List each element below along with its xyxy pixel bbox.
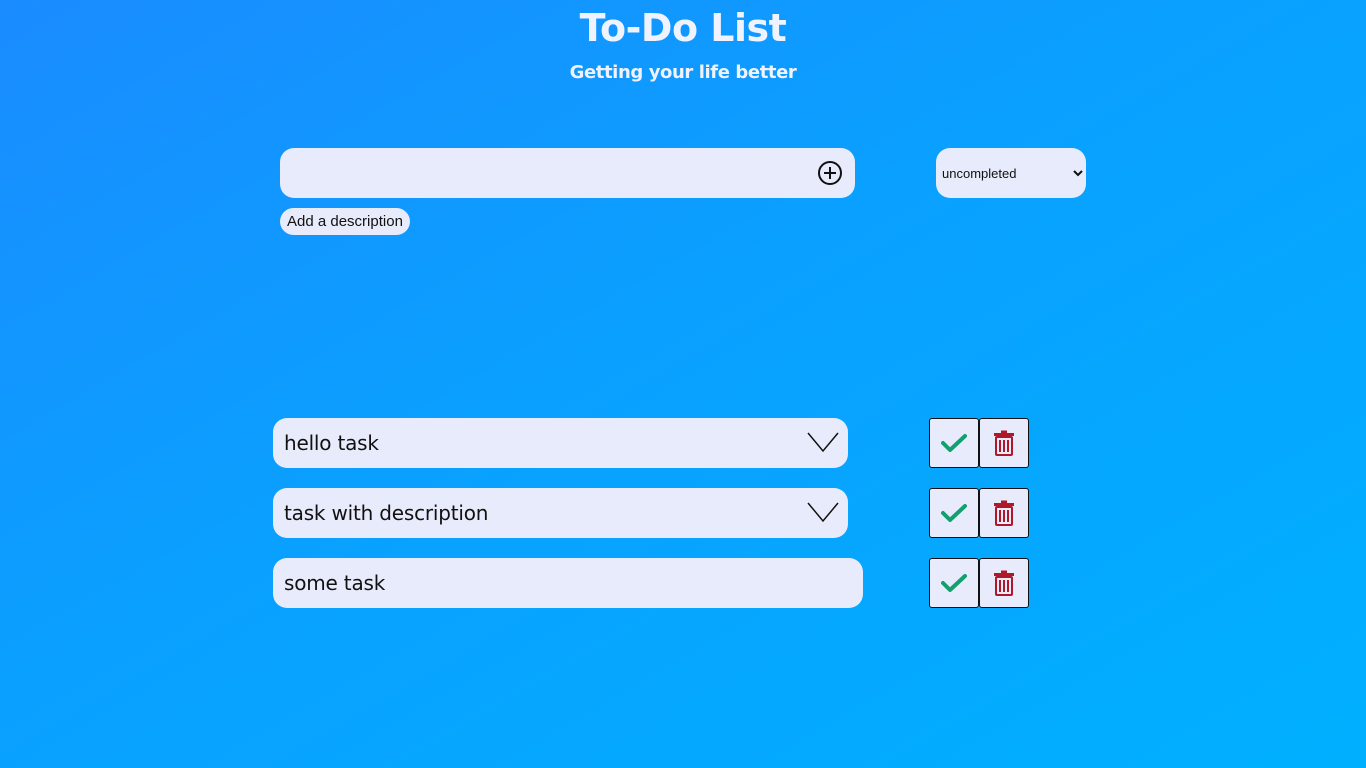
complete-task-button[interactable] [929, 558, 979, 608]
chevron-down-icon[interactable] [807, 501, 839, 523]
delete-task-button[interactable] [979, 558, 1029, 608]
trash-icon [994, 570, 1014, 596]
filter-select[interactable]: uncompleted [936, 148, 1086, 198]
check-icon [941, 434, 967, 452]
chevron-down-icon[interactable] [807, 431, 839, 453]
add-task-button[interactable] [817, 160, 843, 186]
complete-task-button[interactable] [929, 488, 979, 538]
page-subtitle: Getting your life better [569, 62, 797, 83]
new-task-input[interactable] [292, 148, 816, 200]
plus-circle-icon [818, 161, 842, 185]
new-task-field [280, 148, 855, 200]
page-title: To-Do List [579, 6, 787, 50]
task-item[interactable]: task with description [273, 488, 848, 538]
task-label: some task [284, 571, 386, 595]
task-label: task with description [284, 501, 489, 525]
add-description-button[interactable]: Add a description [280, 208, 410, 235]
task-item[interactable]: some task [273, 558, 863, 608]
delete-task-button[interactable] [979, 418, 1029, 468]
task-item[interactable]: hello task [273, 418, 848, 468]
task-label: hello task [284, 431, 379, 455]
complete-task-button[interactable] [929, 418, 979, 468]
delete-task-button[interactable] [979, 488, 1029, 538]
trash-icon [994, 430, 1014, 456]
check-icon [941, 574, 967, 592]
trash-icon [994, 500, 1014, 526]
check-icon [941, 504, 967, 522]
